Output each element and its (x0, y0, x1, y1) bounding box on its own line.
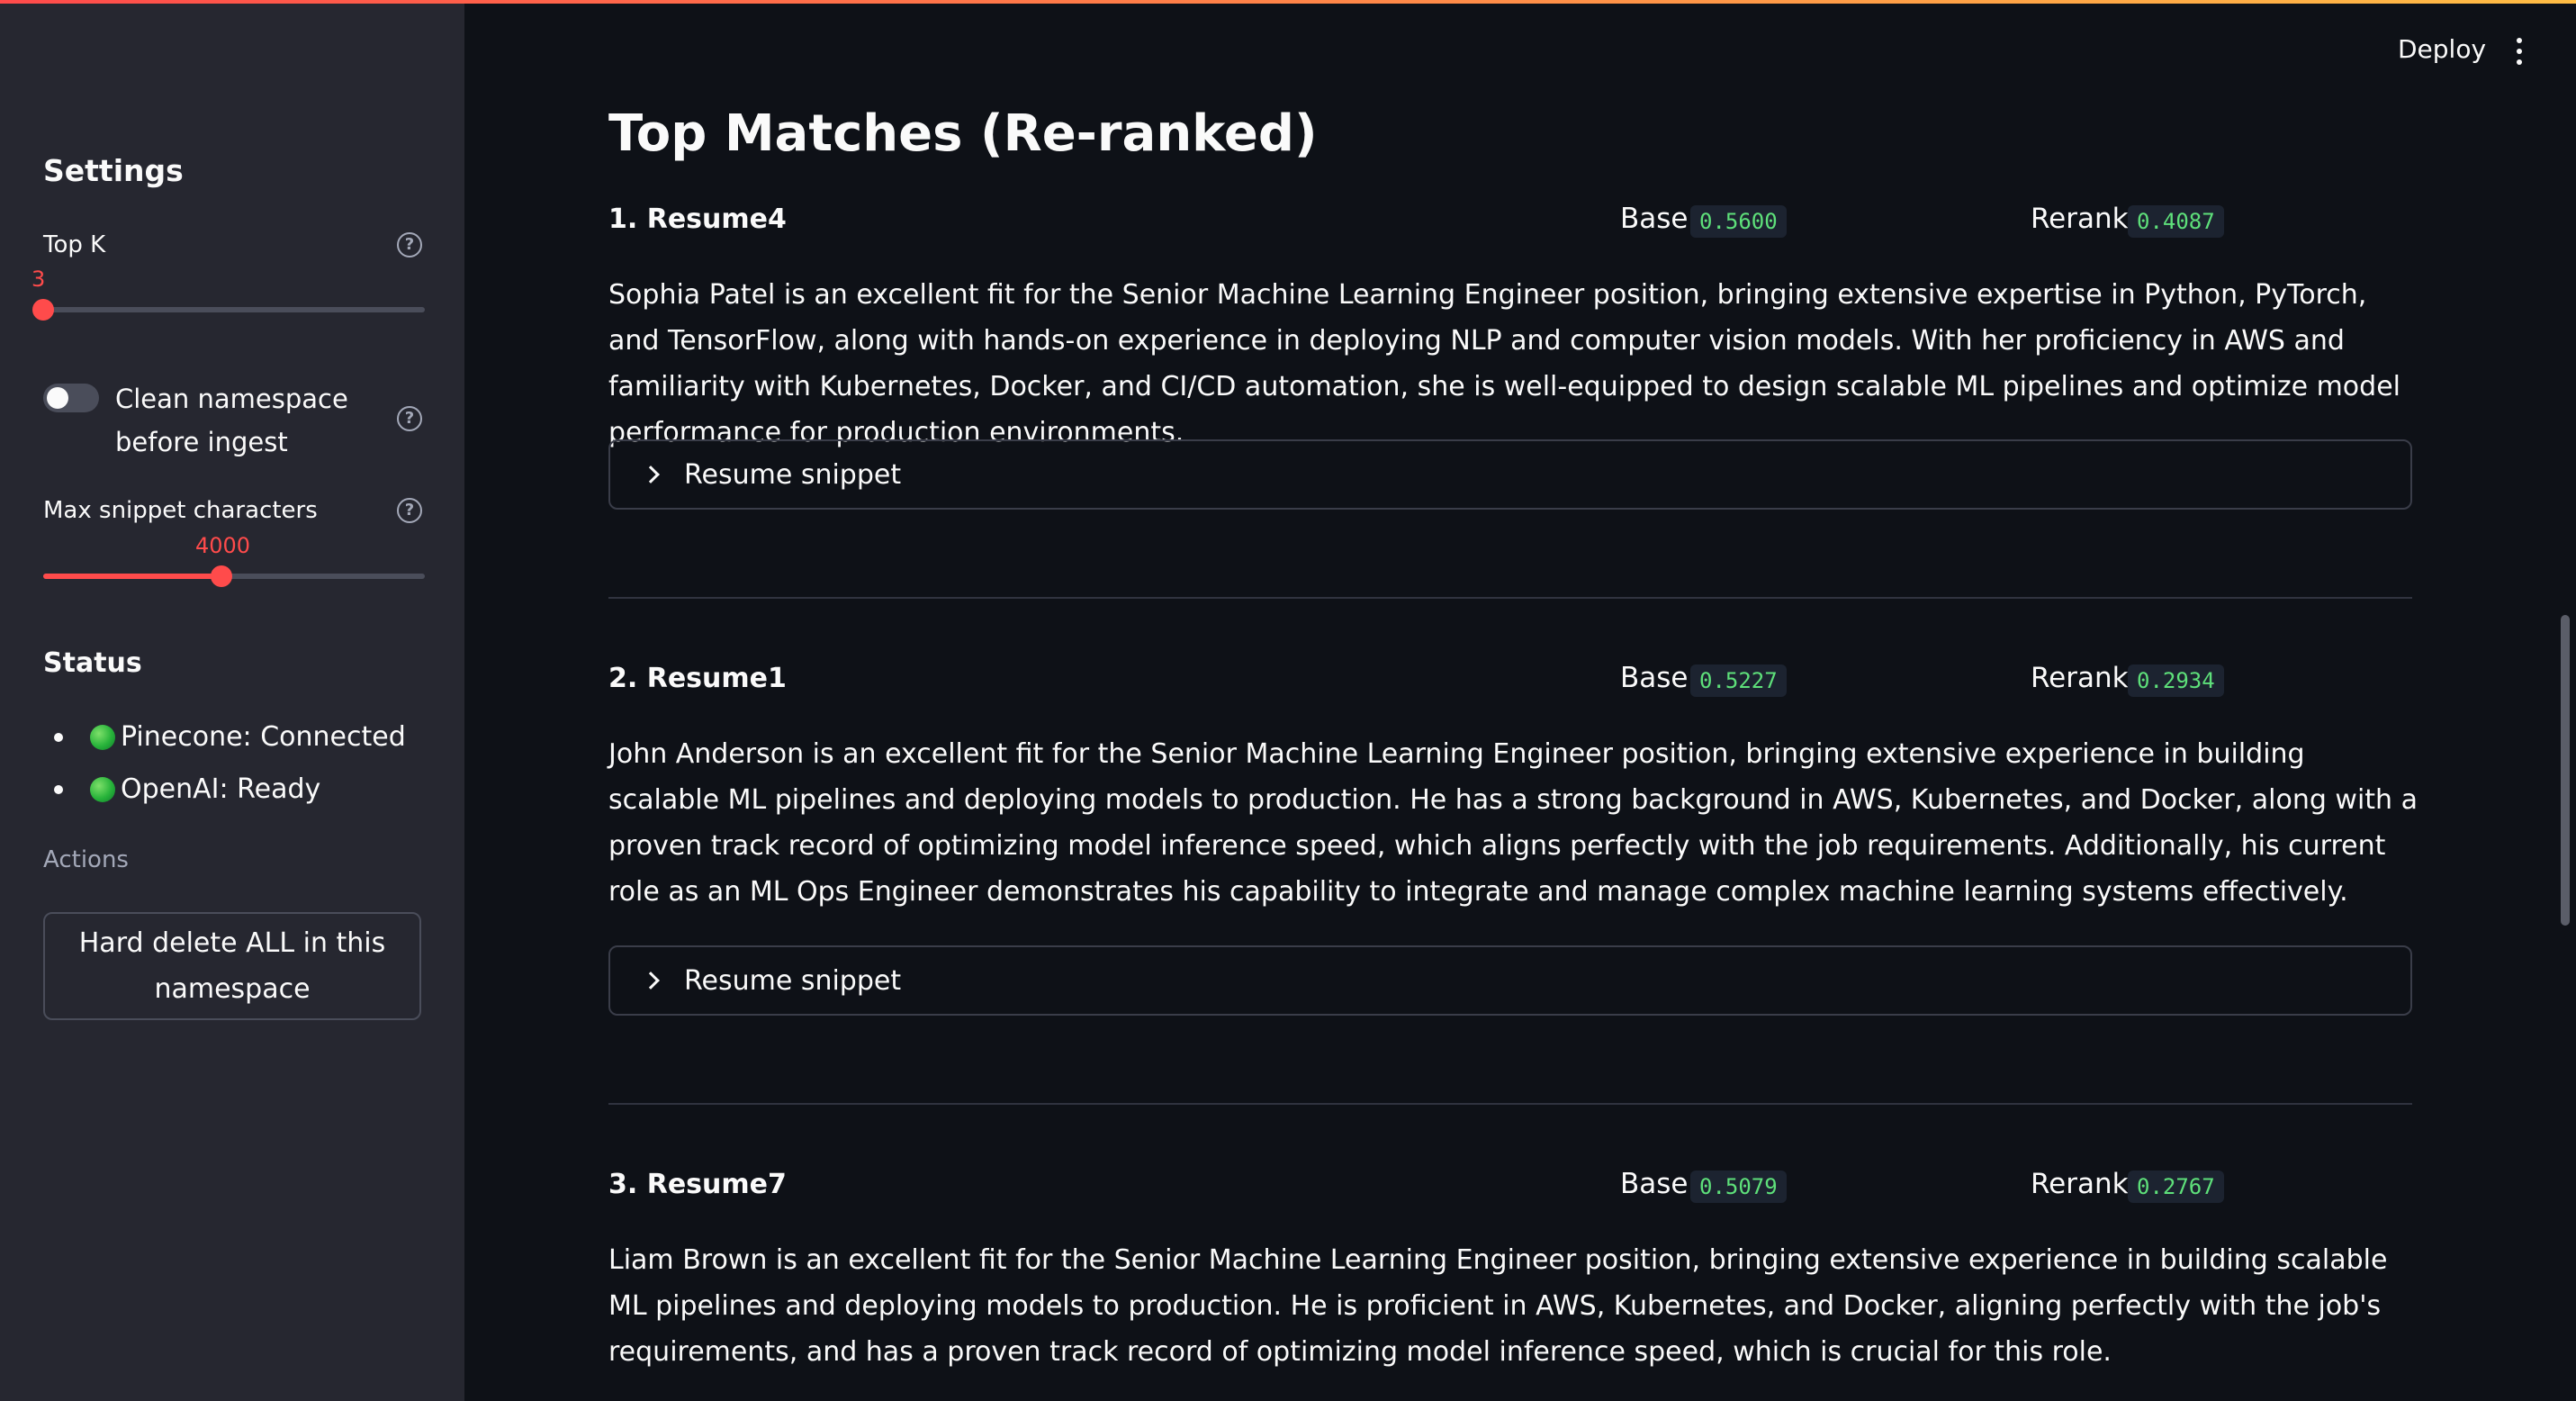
top-k-help-icon[interactable]: ? (397, 232, 422, 258)
match-title: 1. Resume4 (608, 203, 787, 235)
match-summary: Sophia Patel is an excellent fit for the… (608, 279, 2401, 448)
max-snippet-help-icon[interactable]: ? (397, 498, 422, 523)
rerank-score-value: 0.2934 (2128, 664, 2224, 697)
rerank-score-label: Rerank: (2031, 203, 2139, 235)
deploy-button[interactable]: Deploy (2398, 34, 2486, 64)
status-item-label: Pinecone: Connected (121, 721, 406, 753)
base-score-label: Base: (1620, 662, 1698, 694)
divider (608, 597, 2412, 599)
top-accent-bar (0, 0, 2576, 4)
chevron-right-icon (639, 967, 666, 994)
bullet-icon (54, 732, 63, 742)
max-snippet-label: Max snippet characters (43, 497, 318, 524)
status-item-openai: OpenAI: Ready (54, 773, 320, 805)
base-score-value: 0.5600 (1690, 205, 1787, 238)
rerank-score-value: 0.2767 (2128, 1171, 2224, 1203)
more-options-icon[interactable] (2511, 38, 2527, 65)
base-score-value: 0.5227 (1690, 664, 1787, 697)
top-k-slider-thumb[interactable] (32, 299, 54, 321)
clean-namespace-toggle[interactable] (43, 384, 99, 412)
top-k-value: 3 (32, 267, 46, 292)
scrollbar[interactable] (2561, 615, 2570, 926)
clean-namespace-label: Clean namespace before ingest (115, 384, 348, 457)
match-title: 3. Resume7 (608, 1169, 787, 1200)
sidebar: Settings Top K ? 3 Clean namespace befor… (0, 0, 464, 1401)
green-circle-icon (90, 776, 115, 802)
match-title: 2. Resume1 (608, 663, 787, 694)
base-score-value: 0.5079 (1690, 1171, 1787, 1203)
resume-snippet-expander[interactable]: Resume snippet (608, 945, 2412, 1016)
green-circle-icon (90, 724, 115, 750)
expander-label: Resume snippet (684, 458, 902, 491)
sidebar-title: Settings (43, 153, 184, 188)
clean-namespace-help-icon[interactable]: ? (397, 406, 422, 431)
max-snippet-slider-thumb[interactable] (211, 565, 232, 587)
top-k-slider[interactable] (43, 307, 425, 312)
status-item-pinecone: Pinecone: Connected (54, 721, 406, 753)
bullet-icon (54, 784, 63, 794)
toggle-knob (47, 387, 68, 409)
match-summary: Liam Brown is an excellent fit for the S… (608, 1244, 2388, 1368)
actions-label: Actions (43, 846, 129, 873)
base-score-label: Base: (1620, 1168, 1698, 1200)
divider (608, 1103, 2412, 1105)
top-k-label: Top K (43, 231, 106, 258)
rerank-score-value: 0.4087 (2128, 205, 2224, 238)
rerank-score-label: Rerank: (2031, 1168, 2139, 1200)
status-item-label: OpenAI: Ready (121, 773, 321, 805)
chevron-right-icon (639, 461, 666, 488)
max-snippet-slider-fill (43, 574, 221, 579)
max-snippet-value: 4000 (195, 533, 251, 558)
expander-label: Resume snippet (684, 964, 902, 997)
resume-snippet-expander[interactable]: Resume snippet (608, 439, 2412, 510)
rerank-score-label: Rerank: (2031, 662, 2139, 694)
match-summary: John Anderson is an excellent fit for th… (608, 738, 2418, 908)
hard-delete-button[interactable]: Hard delete ALL in this namespace (43, 912, 421, 1020)
page-title: Top Matches (Re-ranked) (608, 104, 1318, 163)
base-score-label: Base: (1620, 203, 1698, 235)
status-title: Status (43, 647, 142, 679)
